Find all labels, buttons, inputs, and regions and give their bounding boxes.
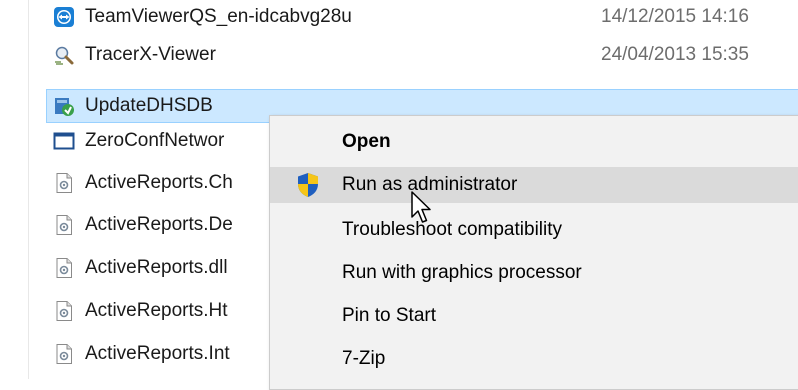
menu-item-pin-to-start[interactable]: Pin to Start bbox=[270, 298, 798, 334]
menu-item-run-with-graphics-processor[interactable]: Run with graphics processor bbox=[270, 255, 798, 291]
tracer-icon bbox=[52, 43, 76, 67]
file-name: TeamViewerQS_en-idcabvg28u bbox=[85, 6, 352, 27]
menu-item-label: 7-Zip bbox=[342, 348, 386, 369]
menu-item-label: Pin to Start bbox=[342, 305, 436, 326]
file-name: UpdateDHSDB bbox=[85, 95, 213, 116]
config-file-icon bbox=[52, 256, 76, 280]
config-file-icon bbox=[52, 342, 76, 366]
file-date: 24/04/2013 15:35 bbox=[601, 44, 749, 65]
teamviewer-icon bbox=[52, 5, 76, 29]
menu-item-run-as-administrator[interactable]: Run as administrator bbox=[270, 167, 798, 203]
mouse-pointer-icon bbox=[411, 191, 431, 223]
menu-item-label: Troubleshoot compatibility bbox=[342, 219, 563, 240]
config-file-icon bbox=[52, 171, 76, 195]
menu-item-open[interactable]: Open bbox=[270, 124, 798, 160]
window-icon bbox=[52, 129, 76, 153]
file-row-teamviewer[interactable]: TeamViewerQS_en-idcabvg28u 14/12/2015 14… bbox=[52, 0, 798, 34]
menu-item-troubleshoot-compatibility[interactable]: Troubleshoot compatibility bbox=[270, 212, 798, 248]
file-name: TracerX-Viewer bbox=[85, 44, 216, 65]
uac-shield-icon bbox=[296, 172, 320, 198]
file-date: 14/12/2015 14:16 bbox=[601, 6, 749, 27]
menu-item-label: Run with graphics processor bbox=[342, 262, 582, 283]
config-file-icon bbox=[52, 213, 76, 237]
menu-item-7-zip[interactable]: 7-Zip bbox=[270, 341, 798, 377]
context-menu: Open Run as administrator Troubleshoot c… bbox=[269, 115, 798, 390]
update-installer-icon bbox=[52, 94, 76, 118]
config-file-icon bbox=[52, 299, 76, 323]
file-row-tracerx[interactable]: TracerX-Viewer 24/04/2013 15:35 bbox=[52, 38, 798, 72]
navigation-pane-edge bbox=[0, 0, 29, 379]
menu-item-label: Open bbox=[342, 131, 391, 152]
